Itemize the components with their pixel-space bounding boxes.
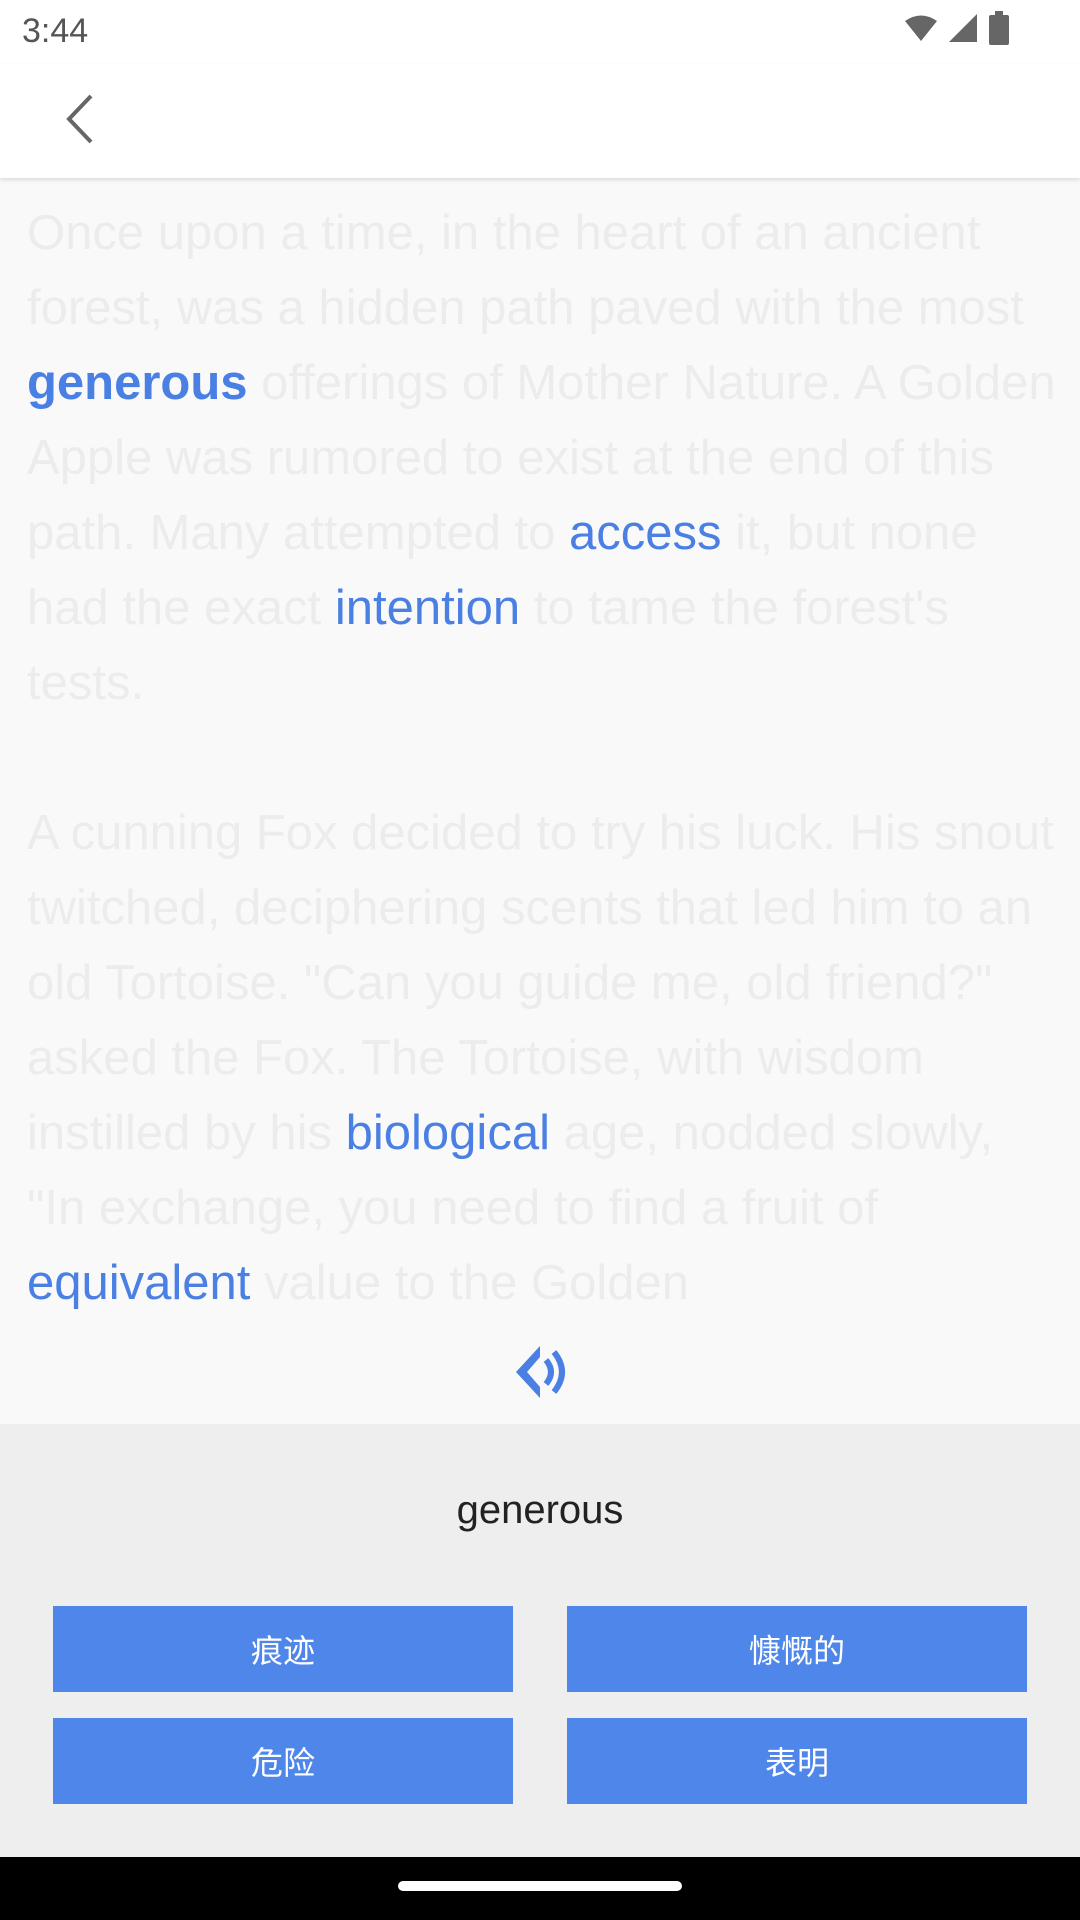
speaker-icon — [510, 1342, 570, 1407]
nav-bar — [0, 1857, 1080, 1920]
signal-icon — [948, 13, 978, 48]
quiz-word: generous — [456, 1488, 624, 1532]
wifi-icon — [904, 14, 938, 47]
quiz-panel: generous 痕迹 慷慨的 危险 表明 — [0, 1424, 1080, 1857]
status-bar: 3:44 — [0, 0, 1080, 64]
story-text-segment: value to the Golden — [250, 1256, 689, 1310]
option-button[interactable]: 表明 — [567, 1718, 1027, 1804]
story-area: Once upon a time, in the heart of an anc… — [0, 178, 1080, 1424]
battery-icon — [988, 10, 1010, 50]
story-text: Once upon a time, in the heart of an anc… — [27, 196, 1057, 1396]
speaker-button[interactable] — [508, 1342, 572, 1406]
story-paragraph: Once upon a time, in the heart of an anc… — [27, 196, 1057, 721]
back-button[interactable] — [50, 88, 110, 154]
option-button[interactable]: 危险 — [53, 1718, 513, 1804]
status-time: 3:44 — [22, 12, 89, 50]
status-icons — [904, 10, 1010, 50]
keyword-generous[interactable]: generous — [27, 356, 248, 410]
story-text-segment: Once upon a time, in the heart of an anc… — [27, 206, 1024, 335]
app-bar — [0, 64, 1080, 178]
keyword-equivalent[interactable]: equivalent — [27, 1256, 250, 1310]
home-handle[interactable] — [398, 1881, 682, 1891]
keyword-access[interactable]: access — [569, 506, 722, 560]
story-paragraph: A cunning Fox decided to try his luck. H… — [27, 796, 1057, 1321]
chevron-left-icon — [63, 93, 97, 150]
option-button[interactable]: 痕迹 — [53, 1606, 513, 1692]
option-button[interactable]: 慷慨的 — [567, 1606, 1027, 1692]
keyword-intention[interactable]: intention — [335, 581, 520, 635]
screen: 3:44 Once upon a time, in the heart of a… — [0, 0, 1080, 1920]
keyword-biological[interactable]: biological — [346, 1106, 550, 1160]
